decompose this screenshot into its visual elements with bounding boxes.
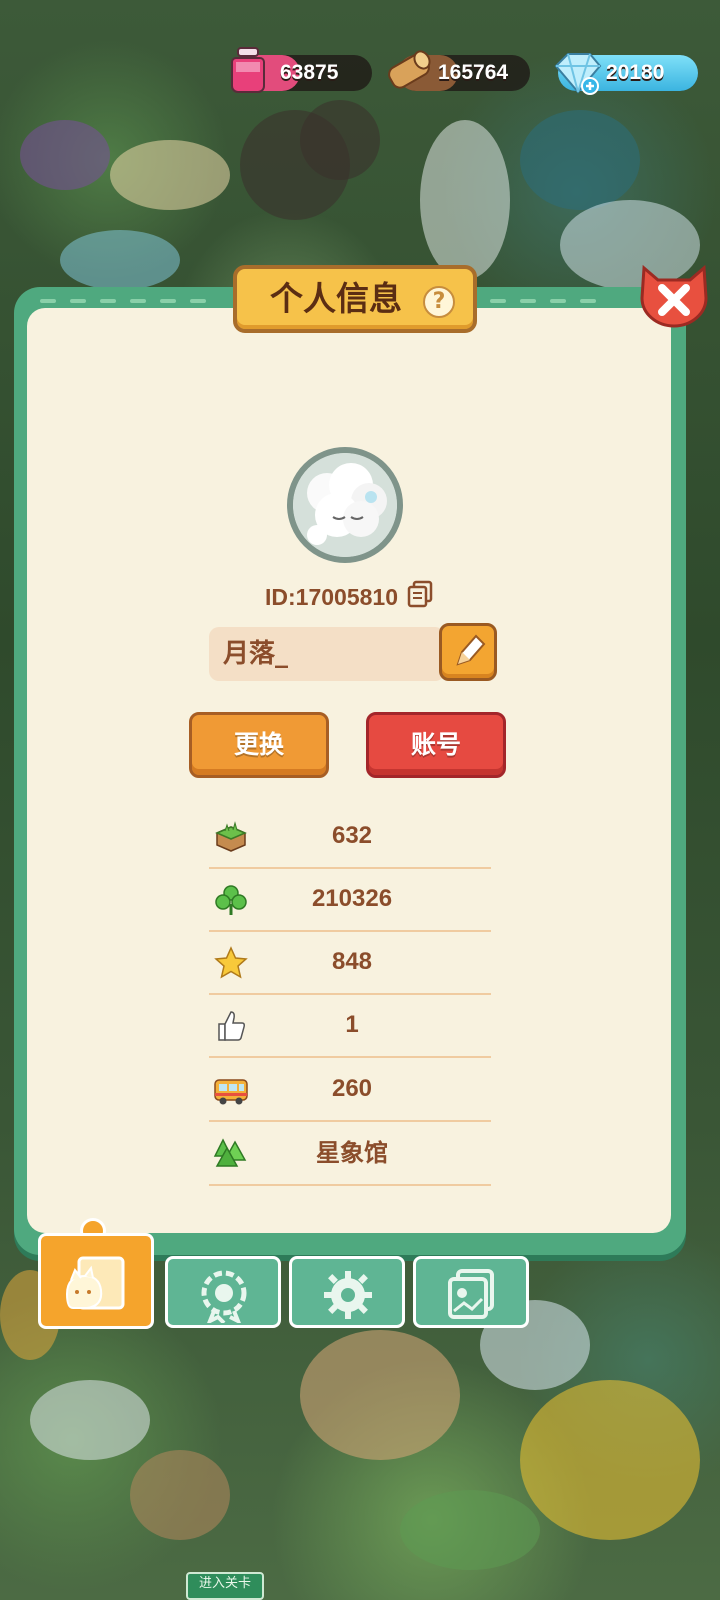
frame-dash [100, 299, 116, 303]
frame-dash [520, 299, 536, 303]
stat-row-clover: 210326 [209, 868, 491, 932]
ink-bottle-icon [231, 47, 265, 93]
cat-card-icon [65, 1256, 125, 1310]
cloud-sheep-avatar [293, 453, 397, 557]
frame-dash [130, 299, 146, 303]
frame-dash [70, 299, 86, 303]
player-name: 月落_ [223, 639, 289, 669]
stat-row-star: 848 [209, 931, 491, 995]
stat-value: 848 [331, 948, 373, 975]
thumbs-up-icon [218, 1011, 245, 1041]
tree-icon [213, 1138, 247, 1167]
pencil-icon [456, 634, 486, 666]
edit-name-button[interactable] [439, 623, 497, 681]
tab-achievements[interactable] [165, 1256, 281, 1328]
account-button[interactable]: 账号 [366, 712, 506, 778]
panel-title: 个人信息 [270, 279, 402, 318]
close-button[interactable] [636, 258, 712, 330]
wood-log-icon [388, 50, 431, 89]
stat-row-grass: 632 [209, 805, 491, 869]
clover-icon [215, 885, 247, 915]
bus-icon [214, 1079, 248, 1105]
frame-dash [190, 299, 206, 303]
flower-badge-icon [201, 1270, 247, 1323]
frame-dash [580, 299, 596, 303]
player-id: ID:17005810 [265, 584, 398, 610]
stat-row-bus: 260 [209, 1058, 491, 1122]
wood-amount: 165764 [438, 61, 509, 84]
frame-dash [40, 299, 56, 303]
enter-level-button[interactable]: 进入关卡 [186, 1572, 264, 1600]
avatar[interactable] [287, 447, 403, 563]
tab-settings[interactable] [289, 1256, 405, 1328]
photo-album-icon [448, 1269, 494, 1319]
stat-value: 星象馆 [316, 1139, 388, 1167]
stat-row-building: 星象馆 [209, 1122, 491, 1186]
stat-value: 260 [331, 1075, 373, 1102]
stat-row-likes: 1 [209, 994, 491, 1058]
frame-dash [550, 299, 566, 303]
crystal-plus-icon[interactable] [550, 48, 604, 96]
frame-dash [160, 299, 176, 303]
tab-profile[interactable] [38, 1233, 154, 1329]
stat-value: 210326 [311, 885, 393, 912]
gear-icon [324, 1271, 372, 1319]
change-avatar-button[interactable]: 更换 [189, 712, 329, 778]
star-icon [214, 946, 248, 979]
copy-icon[interactable] [406, 580, 434, 608]
gem-amount: 20180 [606, 61, 665, 84]
question-icon[interactable]: ? [423, 286, 455, 318]
grass-block-icon [215, 821, 247, 852]
frame-dash [490, 299, 506, 303]
tab-album[interactable] [413, 1256, 529, 1328]
stat-value: 632 [331, 822, 373, 849]
stat-value: 1 [345, 1011, 359, 1038]
ink-amount: 63875 [280, 61, 339, 84]
